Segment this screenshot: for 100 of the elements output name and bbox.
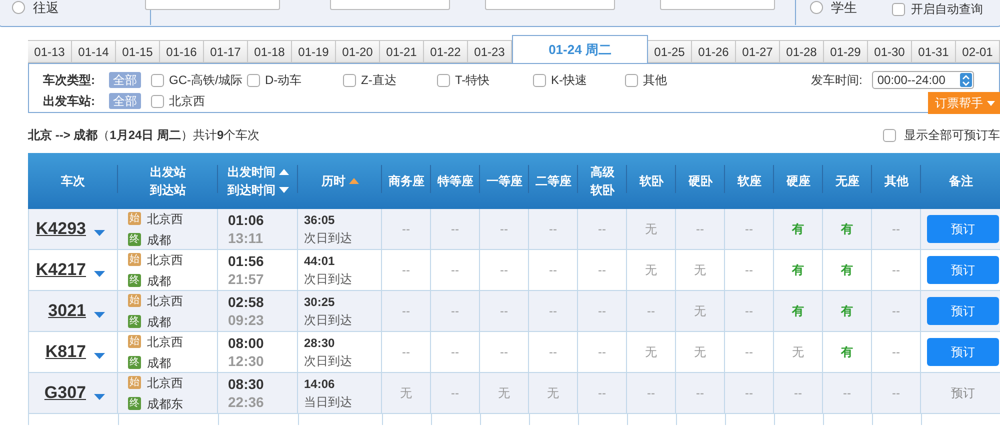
caret-icon[interactable] [94,230,105,236]
caret-icon[interactable] [94,312,105,318]
seat-availability: -- [598,221,606,238]
seat-availability: -- [549,344,557,361]
book-button[interactable]: 预订 [927,338,999,366]
seat-availability: 有 [792,221,804,238]
time-dropdown[interactable]: 00:00--24:00 [872,71,974,89]
seat-availability: -- [794,385,802,402]
station-name: 成都 [147,354,171,372]
arrival-time: 09:23 [228,311,265,329]
book-button[interactable]: 预订 [927,297,999,325]
checkbox-label: T-特快 [455,72,490,89]
departure-time: 08:00 [228,334,265,352]
station-badge: 终 [128,356,141,369]
seat-availability: 有 [841,344,853,361]
station-name: 北京西 [147,252,183,268]
checkbox[interactable] [892,2,905,16]
seat-availability: -- [745,344,753,361]
date-tab[interactable]: 01-25 [648,40,692,63]
station-badge: 终 [128,274,141,287]
column-header[interactable]: 一等座 [486,172,522,190]
duration: 44:01 [304,253,336,270]
column-header[interactable]: 车次 [61,172,85,190]
date-tab[interactable]: 01-28 [780,40,824,63]
sort-arrow-icon[interactable] [278,187,288,193]
station-badge: 始 [128,212,141,225]
checkbox[interactable] [151,74,164,86]
checkbox[interactable] [625,74,638,86]
date-tab[interactable]: 01-23 [468,40,512,63]
checkbox[interactable] [343,74,356,86]
date-tab[interactable]: 02-01 [956,40,1000,63]
date-tab[interactable]: 01-30 [868,40,912,63]
column-header[interactable]: 出发站 到达站 [150,163,186,199]
sort-arrow-icon[interactable] [278,169,288,175]
seat-availability: -- [843,385,851,402]
column-header[interactable]: 硬卧 [688,172,712,190]
seat-availability: -- [892,344,900,361]
checkbox-label: D-动车 [265,72,302,89]
seat-availability: 有 [841,262,853,279]
book-button[interactable]: 预订 [927,256,999,284]
checkbox[interactable] [533,74,546,86]
radio-label: 往返 [33,0,59,17]
seat-availability: 无 [645,344,657,361]
seat-availability: -- [500,303,508,320]
checkbox[interactable] [151,94,164,108]
date-tab[interactable]: 01-22 [424,40,468,63]
column-header[interactable]: 软座 [738,172,762,190]
seat-availability: -- [696,221,704,238]
date-tab[interactable]: 01-16 [160,40,204,63]
book-button[interactable]: 预订 [927,215,999,243]
seat-availability: -- [549,262,557,279]
column-header[interactable]: 其他 [884,172,908,190]
seat-availability: -- [892,262,900,279]
station-badge: 终 [128,233,141,246]
column-header[interactable]: 特等座 [438,172,474,190]
date-tab[interactable]: 01-31 [912,40,956,63]
seat-availability: 有 [841,221,853,238]
date-tab[interactable]: 01-26 [692,40,736,63]
date-tab[interactable]: 01-18 [248,40,292,63]
date-tab[interactable]: 01-15 [116,40,160,63]
seat-availability: -- [745,221,753,238]
checkbox-label: Z-直达 [361,72,396,89]
seat-availability: -- [892,385,900,402]
station-name: 北京西 [147,374,183,392]
station-name: 成都 [147,314,171,330]
checkbox[interactable] [883,128,896,142]
column-header[interactable]: 历时 [322,172,346,190]
date-tab[interactable]: 01-19 [292,40,336,63]
station-badge: 终 [128,397,141,410]
column-header[interactable]: 备注 [949,172,973,190]
arrival-day: 次日到达 [304,311,381,329]
column-header[interactable]: 硬座 [786,172,810,190]
date-tab[interactable]: 01-29 [824,40,868,63]
seat-availability: -- [745,385,753,402]
column-header[interactable]: 出发时间 到达时间 [228,163,276,199]
column-header[interactable]: 二等座 [536,172,572,190]
checkbox[interactable] [437,74,450,86]
date-tab[interactable]: 01-17 [204,40,248,63]
checkbox[interactable] [247,74,260,86]
seat-availability: -- [451,385,459,402]
column-header[interactable]: 高级 软卧 [590,163,614,199]
date-tab[interactable]: 01-21 [380,40,424,63]
seat-availability: -- [598,262,606,279]
sort-arrow-icon[interactable] [348,178,358,184]
column-header[interactable]: 无座 [836,172,860,190]
column-header[interactable]: 软卧 [640,172,664,190]
date-tab[interactable]: 01-20 [336,40,380,63]
column-header[interactable]: 商务座 [388,172,424,190]
date-tab[interactable]: 01-13 [28,40,72,63]
seat-availability: -- [451,344,459,361]
station-name: 北京西 [147,292,183,310]
departure-time: 08:30 [228,375,265,393]
caret-icon[interactable] [94,394,105,400]
caret-icon[interactable] [94,353,105,359]
seat-availability: -- [402,344,410,361]
date-tab[interactable]: 01-14 [72,40,116,63]
seat-availability: -- [402,303,410,320]
caret-icon[interactable] [94,271,105,277]
seat-availability: 无 [645,262,657,279]
date-tab[interactable]: 01-27 [736,40,780,63]
